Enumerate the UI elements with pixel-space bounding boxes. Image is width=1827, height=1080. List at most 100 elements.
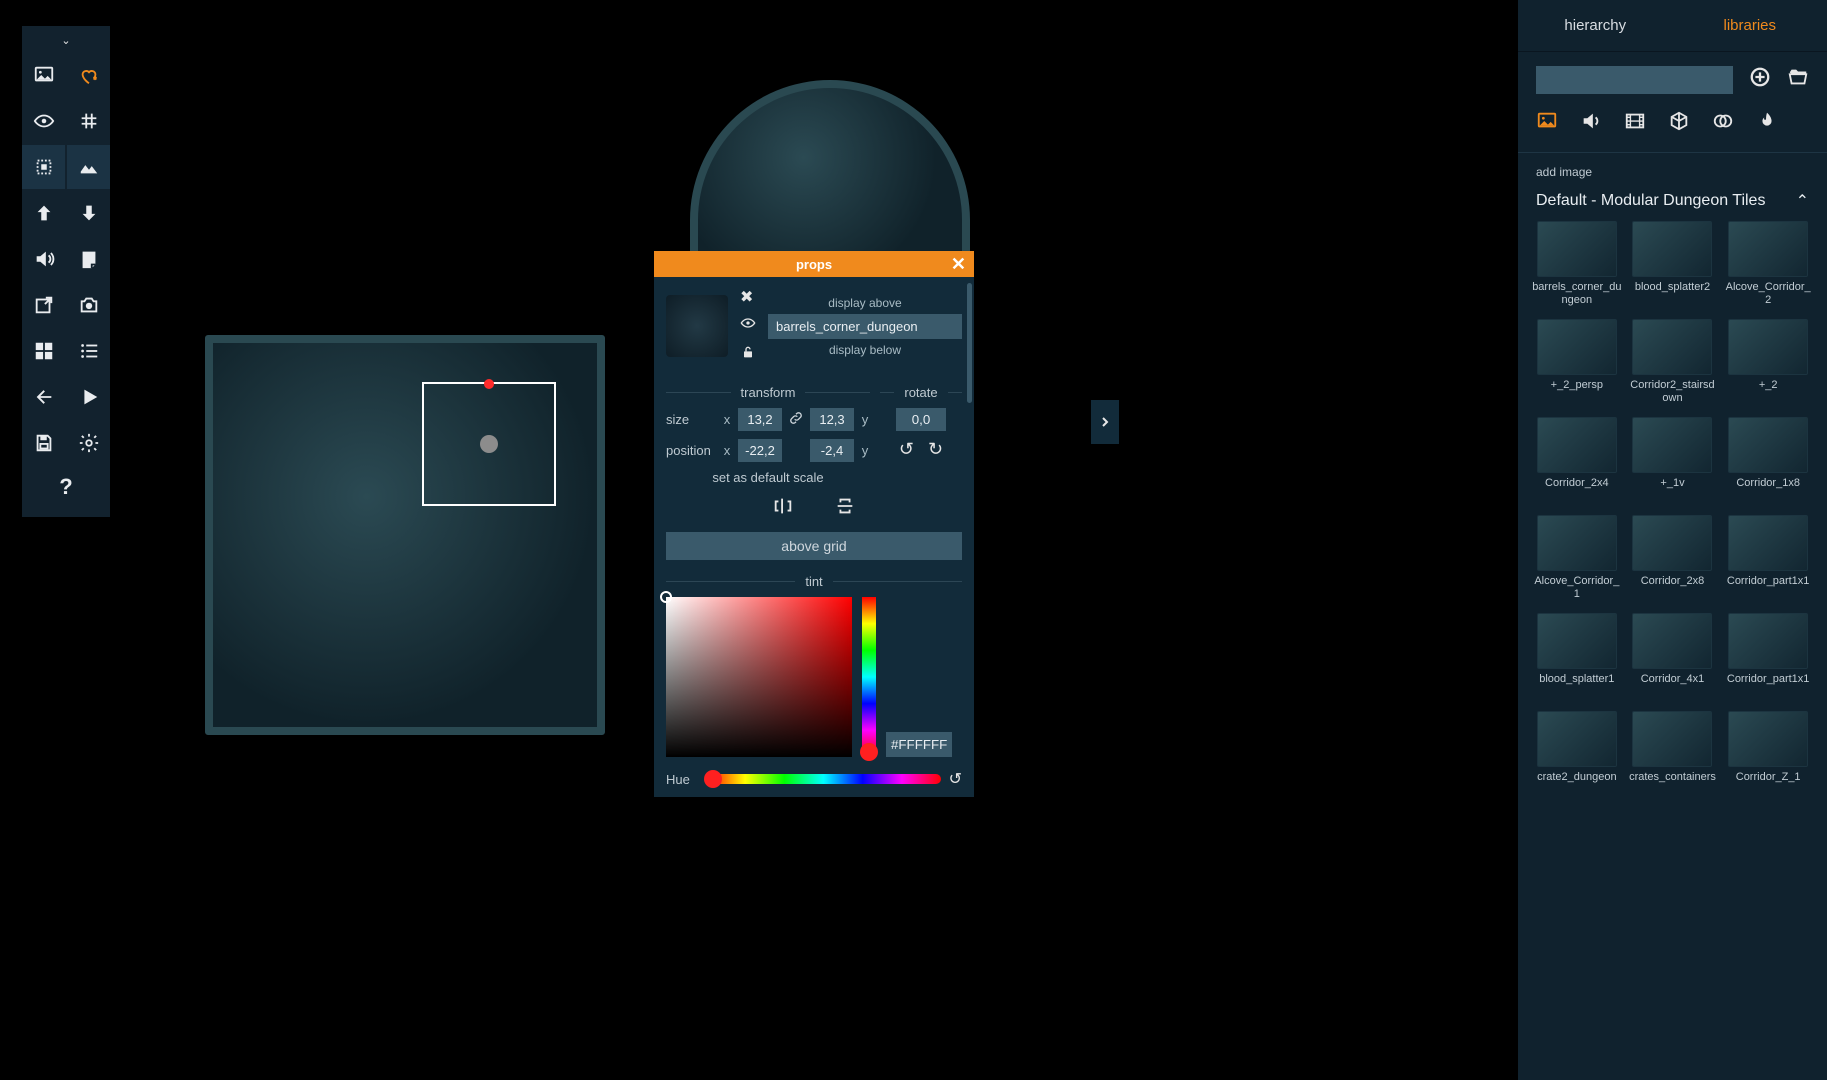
library-item-label: Alcove_Corridor_1 bbox=[1532, 575, 1622, 601]
rotate-ccw-icon[interactable]: ↺ bbox=[899, 439, 914, 460]
link-aspect-icon[interactable] bbox=[788, 410, 804, 429]
library-item-label: Alcove_Corridor_2 bbox=[1723, 281, 1813, 307]
size-x-input[interactable] bbox=[738, 408, 782, 431]
open-folder-icon[interactable] bbox=[1787, 66, 1809, 94]
props-header[interactable]: props ✕ bbox=[654, 251, 974, 277]
music-tool-icon[interactable] bbox=[67, 53, 110, 97]
delete-icon[interactable]: ✖ bbox=[740, 287, 756, 307]
collapse-library-icon[interactable] bbox=[1091, 400, 1119, 444]
arrow-down-icon[interactable] bbox=[67, 191, 110, 235]
above-grid-button[interactable]: above grid bbox=[666, 532, 962, 560]
library-item[interactable]: +_2_persp bbox=[1532, 319, 1622, 413]
position-label: position bbox=[666, 443, 716, 458]
toolbar-collapse-icon[interactable]: ⌄ bbox=[22, 32, 110, 53]
library-item[interactable]: barrels_corner_dungeon bbox=[1532, 221, 1622, 315]
library-item[interactable]: Corridor_2x4 bbox=[1532, 417, 1622, 511]
library-item[interactable]: Corridor2_stairsdown bbox=[1628, 319, 1718, 413]
props-scrollbar[interactable] bbox=[967, 283, 972, 403]
library-item[interactable]: +_2 bbox=[1723, 319, 1813, 413]
dashboard-tool-icon[interactable] bbox=[22, 329, 65, 373]
library-item[interactable]: Corridor_1x8 bbox=[1723, 417, 1813, 511]
library-item[interactable]: +_1v bbox=[1628, 417, 1718, 511]
library-search-input[interactable] bbox=[1536, 66, 1733, 94]
pos-y-input[interactable] bbox=[810, 439, 854, 462]
size-y-input[interactable] bbox=[810, 408, 854, 431]
library-item[interactable]: Corridor_4x1 bbox=[1628, 613, 1718, 707]
library-thumb bbox=[1632, 515, 1712, 571]
display-below-label[interactable]: display below bbox=[829, 343, 901, 357]
hue-strip-handle[interactable] bbox=[860, 743, 878, 761]
chevron-up-icon: ⌃ bbox=[1796, 191, 1809, 211]
set-default-scale-button[interactable]: set as default scale bbox=[666, 470, 870, 485]
note-tool-icon[interactable] bbox=[67, 237, 110, 281]
hue-slider-handle[interactable] bbox=[704, 770, 722, 788]
library-item[interactable]: Alcove_Corridor_2 bbox=[1723, 221, 1813, 315]
rotate-cw-icon[interactable]: ↻ bbox=[928, 439, 943, 460]
play-icon[interactable] bbox=[67, 375, 110, 419]
map-room-round[interactable] bbox=[690, 80, 970, 270]
save-icon[interactable] bbox=[22, 421, 65, 465]
hue-slider[interactable] bbox=[706, 774, 941, 784]
move-handle[interactable] bbox=[480, 435, 498, 453]
filter-image-icon[interactable] bbox=[1536, 110, 1558, 138]
library-thumb bbox=[1632, 221, 1712, 277]
terrain-tool-icon[interactable] bbox=[67, 145, 110, 189]
arrow-up-icon[interactable] bbox=[22, 191, 65, 235]
add-library-icon[interactable] bbox=[1749, 66, 1771, 94]
hex-input[interactable] bbox=[886, 732, 952, 757]
sv-handle[interactable] bbox=[660, 591, 672, 603]
back-icon[interactable] bbox=[22, 375, 65, 419]
library-thumb bbox=[1728, 613, 1808, 669]
tab-libraries[interactable]: libraries bbox=[1673, 17, 1827, 34]
filter-sound-icon[interactable] bbox=[1580, 110, 1602, 138]
add-image-button[interactable]: add image bbox=[1518, 153, 1827, 187]
sound-tool-icon[interactable] bbox=[22, 237, 65, 281]
library-item[interactable]: crates_containers bbox=[1628, 711, 1718, 805]
library-item[interactable]: Corridor_Z_1 bbox=[1723, 711, 1813, 805]
filter-video-icon[interactable] bbox=[1624, 110, 1646, 138]
library-item-label: Corridor_part1x1 bbox=[1727, 575, 1810, 601]
tab-hierarchy[interactable]: hierarchy bbox=[1518, 17, 1673, 34]
lock-icon[interactable] bbox=[740, 344, 756, 365]
library-item[interactable]: Alcove_Corridor_1 bbox=[1532, 515, 1622, 609]
library-item[interactable]: blood_splatter2 bbox=[1628, 221, 1718, 315]
close-icon[interactable]: ✕ bbox=[951, 254, 966, 275]
camera-tool-icon[interactable] bbox=[67, 283, 110, 327]
library-thumb bbox=[1632, 711, 1712, 767]
pos-x-input[interactable] bbox=[738, 439, 782, 462]
library-item-label: Corridor_2x8 bbox=[1641, 575, 1705, 601]
export-tool-icon[interactable] bbox=[22, 283, 65, 327]
library-item[interactable]: Corridor_2x8 bbox=[1628, 515, 1718, 609]
saturation-value-picker[interactable] bbox=[666, 597, 852, 757]
rotate-section-label: rotate bbox=[904, 385, 937, 400]
selection-bounds[interactable] bbox=[422, 382, 556, 506]
image-tool-icon[interactable] bbox=[22, 53, 65, 97]
library-item-label: Corridor_2x4 bbox=[1545, 477, 1609, 503]
display-above-label[interactable]: display above bbox=[828, 296, 901, 310]
library-item[interactable]: Corridor_part1x1 bbox=[1723, 613, 1813, 707]
flip-horizontal-icon[interactable] bbox=[772, 495, 794, 522]
library-item-label: barrels_corner_dungeon bbox=[1532, 281, 1622, 307]
rotate-input[interactable] bbox=[896, 408, 946, 431]
filter-3d-icon[interactable] bbox=[1668, 110, 1690, 138]
library-pack-header[interactable]: Default - Modular Dungeon Tiles ⌃ bbox=[1518, 187, 1827, 221]
eye-tool-icon[interactable] bbox=[22, 99, 65, 143]
rotate-handle[interactable] bbox=[484, 379, 494, 389]
library-item[interactable]: crate2_dungeon bbox=[1532, 711, 1622, 805]
help-icon[interactable]: ? bbox=[59, 465, 72, 509]
library-thumb bbox=[1632, 613, 1712, 669]
library-item[interactable]: blood_splatter1 bbox=[1532, 613, 1622, 707]
filter-fire-icon[interactable] bbox=[1756, 110, 1778, 138]
group-tool-icon[interactable] bbox=[22, 145, 65, 189]
hue-strip[interactable] bbox=[862, 597, 876, 757]
settings-icon[interactable] bbox=[67, 421, 110, 465]
grid-tool-icon[interactable] bbox=[67, 99, 110, 143]
library-item[interactable]: Corridor_part1x1 bbox=[1723, 515, 1813, 609]
list-tool-icon[interactable] bbox=[67, 329, 110, 373]
filter-layers-icon[interactable] bbox=[1712, 110, 1734, 138]
reset-hue-icon[interactable]: ↺ bbox=[949, 769, 962, 789]
prop-name-input[interactable] bbox=[768, 314, 962, 339]
tint-section-label: tint bbox=[805, 574, 822, 589]
flip-vertical-icon[interactable] bbox=[834, 495, 856, 522]
visibility-icon[interactable] bbox=[740, 315, 756, 336]
